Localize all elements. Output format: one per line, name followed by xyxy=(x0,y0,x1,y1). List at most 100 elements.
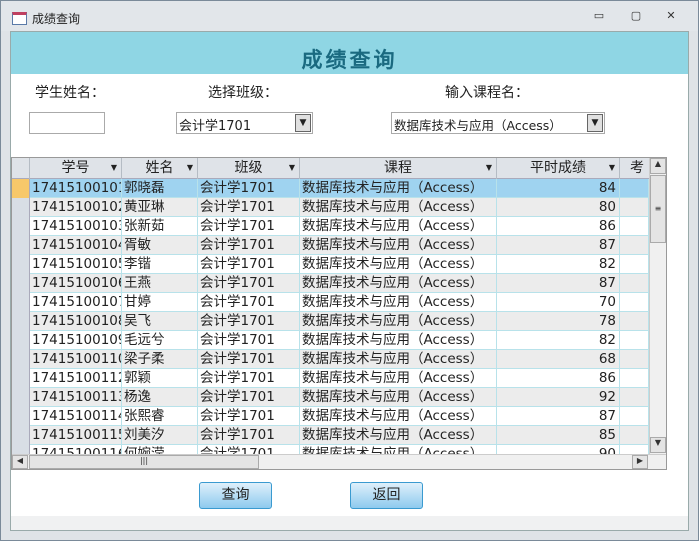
table-row[interactable]: 17415100106 王燕 会计学1701 数据库技术与应用（Access） 87 xyxy=(12,274,649,293)
table-row[interactable]: 17415100112 郭颖 会计学1701 数据库技术与应用（Access） 86 xyxy=(12,369,649,388)
cell-extra[interactable] xyxy=(620,331,649,350)
cell-id[interactable]: 17415100113 xyxy=(30,388,122,407)
cell-score[interactable]: 82 xyxy=(497,331,620,350)
row-selector[interactable] xyxy=(12,312,30,331)
cell-extra[interactable] xyxy=(620,407,649,426)
cell-extra[interactable] xyxy=(620,388,649,407)
cell-name[interactable]: 刘美汐 xyxy=(122,426,198,445)
cell-name[interactable]: 李锴 xyxy=(122,255,198,274)
name-input[interactable] xyxy=(29,112,105,134)
cell-class[interactable]: 会计学1701 xyxy=(198,217,300,236)
select-all-corner[interactable] xyxy=(12,158,30,179)
back-button[interactable]: 返回 xyxy=(350,482,423,509)
cell-course[interactable]: 数据库技术与应用（Access） xyxy=(300,198,497,217)
row-selector[interactable] xyxy=(12,350,30,369)
chevron-down-icon[interactable]: ▼ xyxy=(295,114,311,132)
cell-name[interactable]: 黄亚琳 xyxy=(122,198,198,217)
table-row[interactable]: 17415100109 毛远兮 会计学1701 数据库技术与应用（Access） 82 xyxy=(12,331,649,350)
cell-score[interactable]: 84 xyxy=(497,179,620,198)
cell-id[interactable]: 17415100110 xyxy=(30,350,122,369)
cell-class[interactable]: 会计学1701 xyxy=(198,331,300,350)
cell-extra[interactable] xyxy=(620,179,649,198)
minimize-button[interactable]: ▭ xyxy=(589,9,609,25)
row-selector[interactable] xyxy=(12,331,30,350)
cell-id[interactable]: 17415100112 xyxy=(30,369,122,388)
cell-name[interactable]: 毛远兮 xyxy=(122,331,198,350)
row-selector[interactable] xyxy=(12,293,30,312)
cell-course[interactable]: 数据库技术与应用（Access） xyxy=(300,274,497,293)
class-select[interactable]: 会计学1701 ▼ xyxy=(176,112,313,134)
column-header-score[interactable]: 平时成绩 ▼ xyxy=(497,158,620,179)
row-selector[interactable] xyxy=(12,388,30,407)
row-selector[interactable] xyxy=(12,179,30,198)
column-header-course[interactable]: 课程 ▼ xyxy=(300,158,497,179)
cell-id[interactable]: 17415100102 xyxy=(30,198,122,217)
table-row[interactable]: 17415100113 杨逸 会计学1701 数据库技术与应用（Access） 92 xyxy=(12,388,649,407)
cell-score[interactable]: 80 xyxy=(497,198,620,217)
column-header-class[interactable]: 班级 ▼ xyxy=(198,158,300,179)
row-selector[interactable] xyxy=(12,236,30,255)
cell-id[interactable]: 17415100109 xyxy=(30,331,122,350)
query-button[interactable]: 查询 xyxy=(199,482,272,509)
horizontal-scrollbar[interactable]: ◀ ||| ▶ xyxy=(12,454,666,469)
course-select[interactable]: 数据库技术与应用（Access） ▼ xyxy=(391,112,605,134)
table-row[interactable]: 17415100102 黄亚琳 会计学1701 数据库技术与应用（Access） 80 xyxy=(12,198,649,217)
cell-course[interactable]: 数据库技术与应用（Access） xyxy=(300,255,497,274)
cell-extra[interactable] xyxy=(620,426,649,445)
cell-extra[interactable] xyxy=(620,293,649,312)
cell-class[interactable]: 会计学1701 xyxy=(198,312,300,331)
scroll-thumb[interactable]: ≡ xyxy=(650,175,666,243)
table-row[interactable]: 17415100101 郭晓磊 会计学1701 数据库技术与应用（Access） 84 xyxy=(12,179,649,198)
cell-course[interactable]: 数据库技术与应用（Access） xyxy=(300,236,497,255)
cell-id[interactable]: 17415100108 xyxy=(30,312,122,331)
cell-name[interactable]: 郭颖 xyxy=(122,369,198,388)
cell-id[interactable]: 17415100106 xyxy=(30,274,122,293)
cell-class[interactable]: 会计学1701 xyxy=(198,407,300,426)
cell-extra[interactable] xyxy=(620,217,649,236)
cell-class[interactable]: 会计学1701 xyxy=(198,426,300,445)
cell-id[interactable]: 17415100101 xyxy=(30,179,122,198)
cell-score[interactable]: 70 xyxy=(497,293,620,312)
cell-score[interactable]: 87 xyxy=(497,407,620,426)
maximize-button[interactable]: ▢ xyxy=(626,9,646,25)
cell-score[interactable]: 68 xyxy=(497,350,620,369)
row-selector[interactable] xyxy=(12,255,30,274)
cell-course[interactable]: 数据库技术与应用（Access） xyxy=(300,217,497,236)
cell-score[interactable]: 78 xyxy=(497,312,620,331)
cell-score[interactable]: 82 xyxy=(497,255,620,274)
table-row[interactable]: 17415100104 胥敏 会计学1701 数据库技术与应用（Access） 87 xyxy=(12,236,649,255)
row-selector[interactable] xyxy=(12,274,30,293)
column-header-name[interactable]: 姓名 ▼ xyxy=(122,158,198,179)
cell-score[interactable]: 86 xyxy=(497,217,620,236)
cell-course[interactable]: 数据库技术与应用（Access） xyxy=(300,312,497,331)
cell-name[interactable]: 吴飞 xyxy=(122,312,198,331)
cell-name[interactable]: 张熙睿 xyxy=(122,407,198,426)
cell-class[interactable]: 会计学1701 xyxy=(198,388,300,407)
cell-course[interactable]: 数据库技术与应用（Access） xyxy=(300,369,497,388)
table-row[interactable]: 17415100115 刘美汐 会计学1701 数据库技术与应用（Access） 85 xyxy=(12,426,649,445)
table-row[interactable]: 17415100108 吴飞 会计学1701 数据库技术与应用（Access） 78 xyxy=(12,312,649,331)
cell-class[interactable]: 会计学1701 xyxy=(198,236,300,255)
scroll-left-icon[interactable]: ◀ xyxy=(12,455,28,469)
cell-extra[interactable] xyxy=(620,312,649,331)
scroll-right-icon[interactable]: ▶ xyxy=(632,455,648,469)
cell-id[interactable]: 17415100104 xyxy=(30,236,122,255)
cell-class[interactable]: 会计学1701 xyxy=(198,293,300,312)
table-row[interactable]: 17415100114 张熙睿 会计学1701 数据库技术与应用（Access） 87 xyxy=(12,407,649,426)
cell-name[interactable]: 王燕 xyxy=(122,274,198,293)
cell-score[interactable]: 87 xyxy=(497,274,620,293)
cell-id[interactable]: 17415100103 xyxy=(30,217,122,236)
cell-name[interactable]: 郭晓磊 xyxy=(122,179,198,198)
scroll-thumb-horizontal[interactable]: ||| xyxy=(29,455,259,469)
cell-name[interactable]: 张新茹 xyxy=(122,217,198,236)
cell-score[interactable]: 87 xyxy=(497,236,620,255)
cell-course[interactable]: 数据库技术与应用（Access） xyxy=(300,350,497,369)
row-selector[interactable] xyxy=(12,369,30,388)
cell-name[interactable]: 杨逸 xyxy=(122,388,198,407)
scroll-up-icon[interactable]: ▲ xyxy=(650,158,666,174)
cell-extra[interactable] xyxy=(620,350,649,369)
cell-class[interactable]: 会计学1701 xyxy=(198,350,300,369)
cell-id[interactable]: 17415100115 xyxy=(30,426,122,445)
vertical-scrollbar[interactable]: ▲ ≡ ▼ xyxy=(649,158,666,454)
cell-course[interactable]: 数据库技术与应用（Access） xyxy=(300,179,497,198)
